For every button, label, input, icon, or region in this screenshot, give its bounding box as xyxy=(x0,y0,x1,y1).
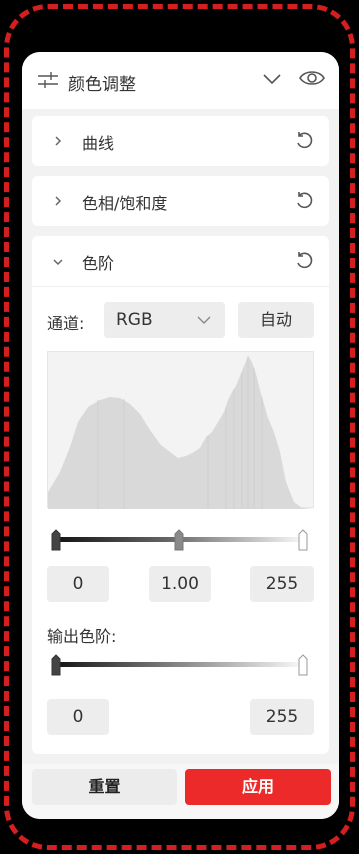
reset-icon[interactable] xyxy=(294,131,314,151)
histogram xyxy=(47,351,315,509)
output-levels-label: 输出色阶: xyxy=(47,627,117,646)
output-white-value[interactable]: 255 xyxy=(250,699,314,735)
auto-button[interactable]: 自动 xyxy=(238,302,314,338)
chevron-right-icon xyxy=(55,196,62,206)
chevron-down-icon[interactable] xyxy=(52,256,64,268)
input-white-value[interactable]: 255 xyxy=(250,566,314,602)
panel-header: 颜色调整 xyxy=(22,52,339,109)
chevron-down-icon xyxy=(197,316,211,324)
section-curves[interactable]: 曲线 xyxy=(32,116,329,166)
section-label-levels: 色阶 xyxy=(82,254,115,273)
reset-button[interactable]: 重置 xyxy=(32,769,177,805)
output-levels-slider[interactable] xyxy=(47,651,314,681)
input-gamma-value[interactable]: 1.00 xyxy=(149,566,211,602)
chevron-right-icon xyxy=(55,136,62,146)
channel-label: 通道: xyxy=(47,314,85,333)
section-label-curves: 曲线 xyxy=(82,134,115,153)
section-hue-saturation[interactable]: 色相/饱和度 xyxy=(32,176,329,226)
reset-icon[interactable] xyxy=(294,251,314,271)
panel-footer: 重置 应用 xyxy=(22,764,339,819)
section-levels: 色阶 通道: RGB 自动 0 1.00 255 输出色阶: 0 255 xyxy=(32,236,329,754)
divider xyxy=(32,286,329,287)
panel-title: 颜色调整 xyxy=(68,75,136,95)
output-black-handle[interactable] xyxy=(51,654,61,676)
output-white-handle[interactable] xyxy=(298,654,308,676)
eye-icon[interactable] xyxy=(298,67,326,89)
black-point-handle[interactable] xyxy=(51,529,61,551)
color-adjust-panel: 颜色调整 曲线 色相/饱和度 色阶 通道: RGB 自动 0 1.00 255 … xyxy=(22,52,339,819)
input-black-value[interactable]: 0 xyxy=(47,566,109,602)
chevron-down-icon[interactable] xyxy=(262,72,282,86)
apply-button[interactable]: 应用 xyxy=(185,769,331,805)
sliders-icon xyxy=(38,72,58,88)
gamma-handle[interactable] xyxy=(174,529,184,551)
white-point-handle[interactable] xyxy=(298,529,308,551)
input-levels-slider[interactable] xyxy=(47,526,314,556)
output-black-value[interactable]: 0 xyxy=(47,699,109,735)
section-label-hue-saturation: 色相/饱和度 xyxy=(82,194,168,213)
channel-select[interactable]: RGB xyxy=(104,302,225,338)
histogram-graph xyxy=(48,356,315,509)
channel-value: RGB xyxy=(116,310,153,330)
reset-icon[interactable] xyxy=(294,191,314,211)
